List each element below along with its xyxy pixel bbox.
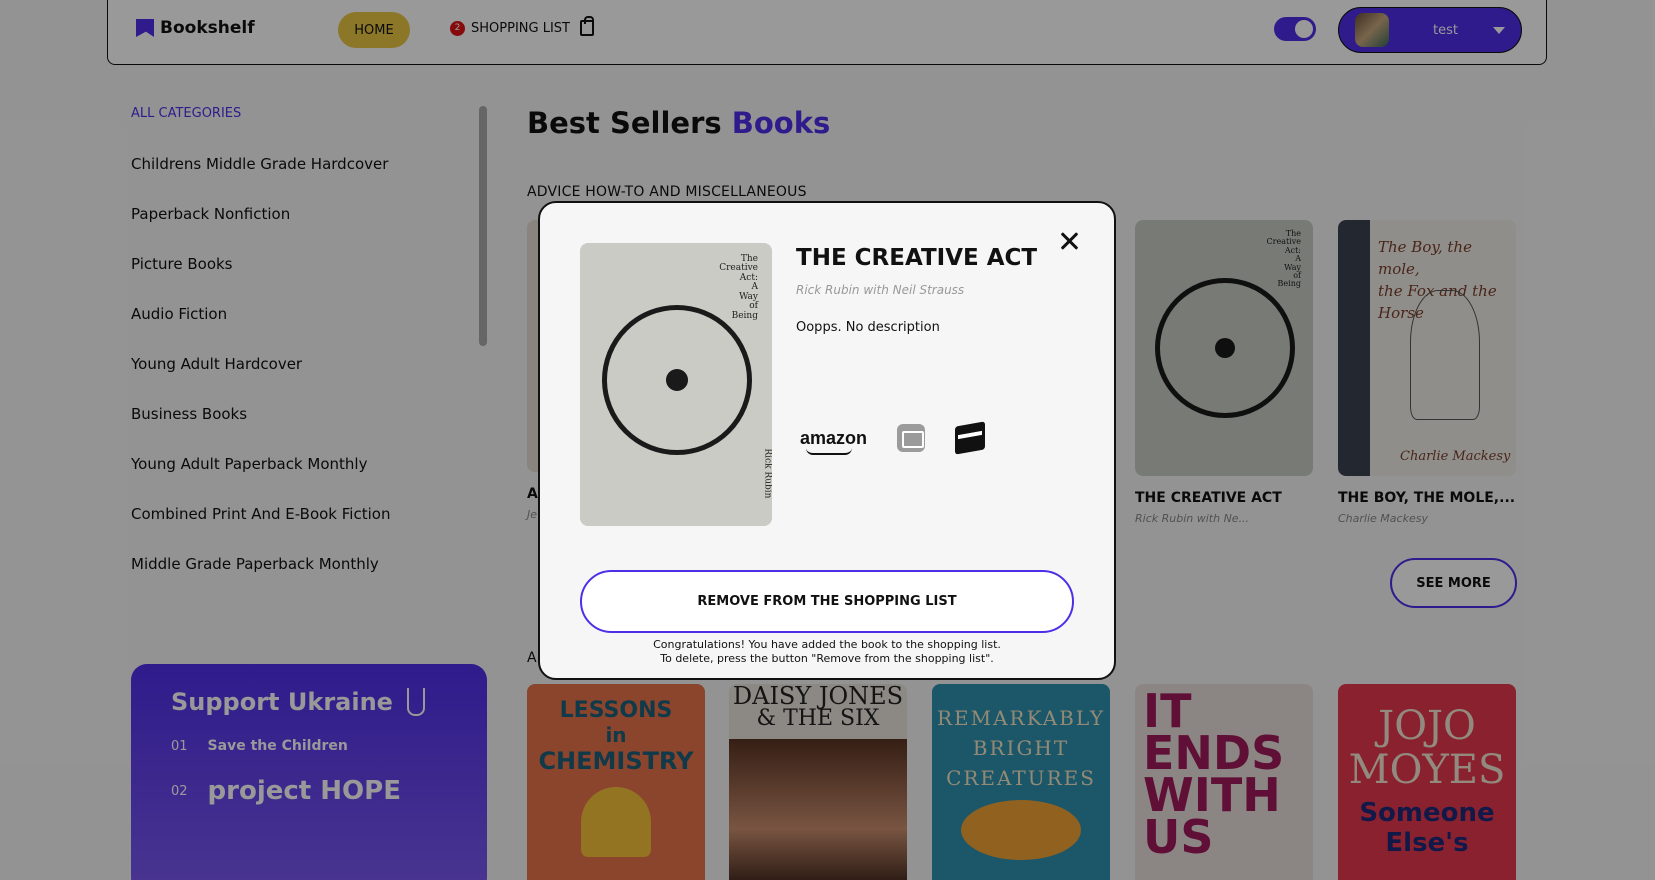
- modal-book-author: Rick Rubin with Neil Strauss: [796, 283, 965, 297]
- shop-links: amazon: [800, 421, 986, 455]
- close-icon[interactable]: [1059, 231, 1079, 251]
- modal-note-line: Congratulations! You have added the book…: [653, 638, 1001, 651]
- modal-book-title: THE CREATIVE ACT: [796, 245, 1038, 271]
- bookshop-icon[interactable]: [955, 421, 986, 455]
- modal-note-line: To delete, press the button "Remove from…: [660, 652, 994, 665]
- cover-author-text: Rick Rubin: [762, 447, 772, 498]
- cover-dot: [666, 369, 688, 391]
- book-details-modal: The Creative Act: A Way of Being Rick Rubin TH…: [538, 201, 1116, 680]
- apple-books-icon[interactable]: [897, 424, 926, 452]
- modal-book-description: Oopps. No description: [796, 320, 940, 335]
- cover-title-text: The Creative Act: A Way of Being: [719, 254, 758, 321]
- modal-book-cover: The Creative Act: A Way of Being Rick Rubin: [580, 243, 772, 526]
- amazon-icon[interactable]: amazon: [800, 428, 867, 455]
- remove-from-shopping-list-button[interactable]: REMOVE FROM THE SHOPPING LIST: [580, 570, 1074, 633]
- modal-note: Congratulations! You have added the book…: [540, 638, 1114, 666]
